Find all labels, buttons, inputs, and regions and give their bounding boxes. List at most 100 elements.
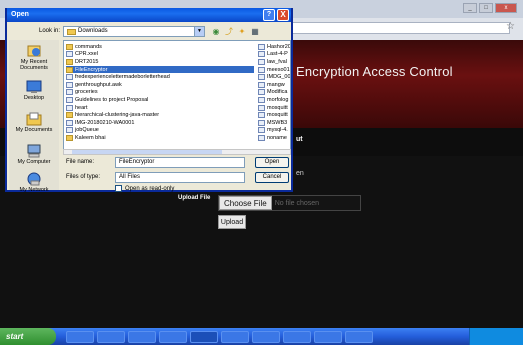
horizontal-scrollbar[interactable] [63,149,291,155]
back-icon[interactable]: ◉ [211,26,221,37]
file-item[interactable]: morfolog [258,96,290,104]
taskbar-item[interactable] [97,330,125,343]
scrollbar-thumb[interactable] [72,150,222,154]
file-item[interactable]: jobQueue [66,127,254,135]
taskbar-item[interactable] [283,330,311,343]
folder-icon [66,66,73,73]
taskbar-item[interactable] [128,330,156,343]
file-name: Guidelines to project Proposal [75,96,149,103]
open-file-dialog: Open ? X Look in: Downloads ▼ ◉ ⤴ ✦ ▦ My… [5,8,293,193]
address-bar[interactable] [290,22,510,34]
file-item[interactable]: Last-4-P [258,51,290,59]
file-item[interactable]: groceries [66,89,254,97]
file-name: genthroughput.awk [75,81,122,88]
taskbar-item[interactable] [190,330,218,343]
close-dialog-button[interactable]: X [277,9,289,21]
recent-documents-icon [27,45,41,57]
file-item[interactable]: IMDG_00 [258,73,290,81]
file-item[interactable]: CPR.xxel [66,51,254,59]
place-desktop[interactable]: Desktop [9,80,59,101]
help-button[interactable]: ? [263,9,275,21]
file-name: meeso01 [267,66,290,73]
file-icon [66,119,73,126]
file-item[interactable]: Guidelines to project Proposal [66,96,254,104]
file-name: mangw [267,81,285,88]
up-folder-icon[interactable]: ⤴ [224,26,234,37]
file-item[interactable]: noname [258,134,290,142]
folder-item[interactable]: Kaleem bhai [66,134,254,142]
file-item[interactable]: fredexperiencelettermadeborletterhead [66,73,254,81]
place-recent-documents[interactable]: My Recent Documents [9,44,59,71]
close-window-button[interactable]: x [495,3,517,13]
taskbar-item[interactable] [314,330,342,343]
file-item[interactable]: law_fval [258,58,290,66]
file-item[interactable]: Hashor20 [258,43,290,51]
place-my-computer[interactable]: My Computer [9,144,59,165]
file-icon [66,104,73,111]
file-name: CPR.xxel [75,51,98,58]
file-name: mosquitt [267,112,288,119]
folder-icon [66,43,73,50]
folder-item[interactable]: FileEncryptor [66,65,254,74]
file-icon [258,112,265,119]
dialog-toolbar: ◉ ⤴ ✦ ▦ [211,26,260,37]
file-name: mysql-4. [267,127,288,134]
folder-item[interactable]: hierarchical-clustering-java-master [66,111,254,119]
file-item[interactable]: genthroughput.awk [66,81,254,89]
taskbar-item[interactable] [221,330,249,343]
file-icon [258,58,265,65]
file-name: hierarchical-clustering-java-master [75,112,160,119]
read-only-checkbox[interactable]: Open as read-only [115,185,174,192]
file-type-value: All Files [119,174,141,180]
file-name: DRT2015 [75,58,99,65]
start-button[interactable]: start [0,328,56,345]
file-item[interactable]: MSWB3 [258,119,290,127]
place-my-documents[interactable]: My Documents [9,112,59,133]
file-item[interactable]: heart [66,104,254,112]
file-list[interactable]: commands CPR.xxel DRT2015 FileEncryptor fred… [63,40,291,154]
views-menu-icon[interactable]: ▦ [250,26,260,37]
checkbox-box[interactable] [115,185,122,192]
taskbar-item[interactable] [252,330,280,343]
file-item[interactable]: meeso01 [258,66,290,74]
file-icon [66,89,73,96]
taskbar: start [0,328,523,345]
file-icon [258,66,265,73]
file-item[interactable]: mysql-4. [258,127,290,135]
my-documents-icon [26,112,42,126]
file-item[interactable]: mosquitt [258,104,290,112]
new-folder-icon[interactable]: ✦ [237,26,247,37]
upload-file-label: Upload File [178,195,211,201]
folder-item[interactable]: DRT2015 [66,58,254,66]
file-type-select[interactable]: All Files [115,172,245,183]
file-type-label: Files of type: [66,174,101,180]
open-button[interactable]: Open [255,157,289,168]
file-name-input[interactable]: FileEncryptor [115,157,245,168]
file-input[interactable]: Choose File No file chosen [218,195,361,211]
upload-button[interactable]: Upload [218,215,246,229]
taskbar-item[interactable] [159,330,187,343]
file-item[interactable]: IMG-20180210-WA0001 [66,119,254,127]
bookmark-star-icon[interactable]: ☆ [506,21,515,32]
look-in-select[interactable]: Downloads ▼ [63,26,205,37]
file-item[interactable]: mosquitt [258,111,290,119]
taskbar-item[interactable] [66,330,94,343]
taskbar-item[interactable] [345,330,373,343]
file-icon [66,81,73,88]
file-icon [66,74,73,81]
maximize-button[interactable]: □ [479,3,493,13]
file-icon [66,127,73,134]
place-my-network[interactable]: My Network [9,172,59,193]
file-name: IMG-20180210-WA0001 [75,119,135,126]
dialog-title-bar[interactable]: Open ? X [7,8,291,22]
file-name: noname [267,134,287,141]
choose-file-button[interactable]: Choose File [219,196,272,210]
nav-item[interactable]: ut [296,136,303,143]
folder-item[interactable]: commands [66,43,254,51]
minimize-button[interactable]: _ [463,3,477,13]
cancel-button[interactable]: Cancel [255,172,289,183]
chevron-down-icon[interactable]: ▼ [194,27,204,36]
file-item[interactable]: Modifica [258,89,290,97]
file-item[interactable]: mangw [258,81,290,89]
file-icon [258,104,265,111]
